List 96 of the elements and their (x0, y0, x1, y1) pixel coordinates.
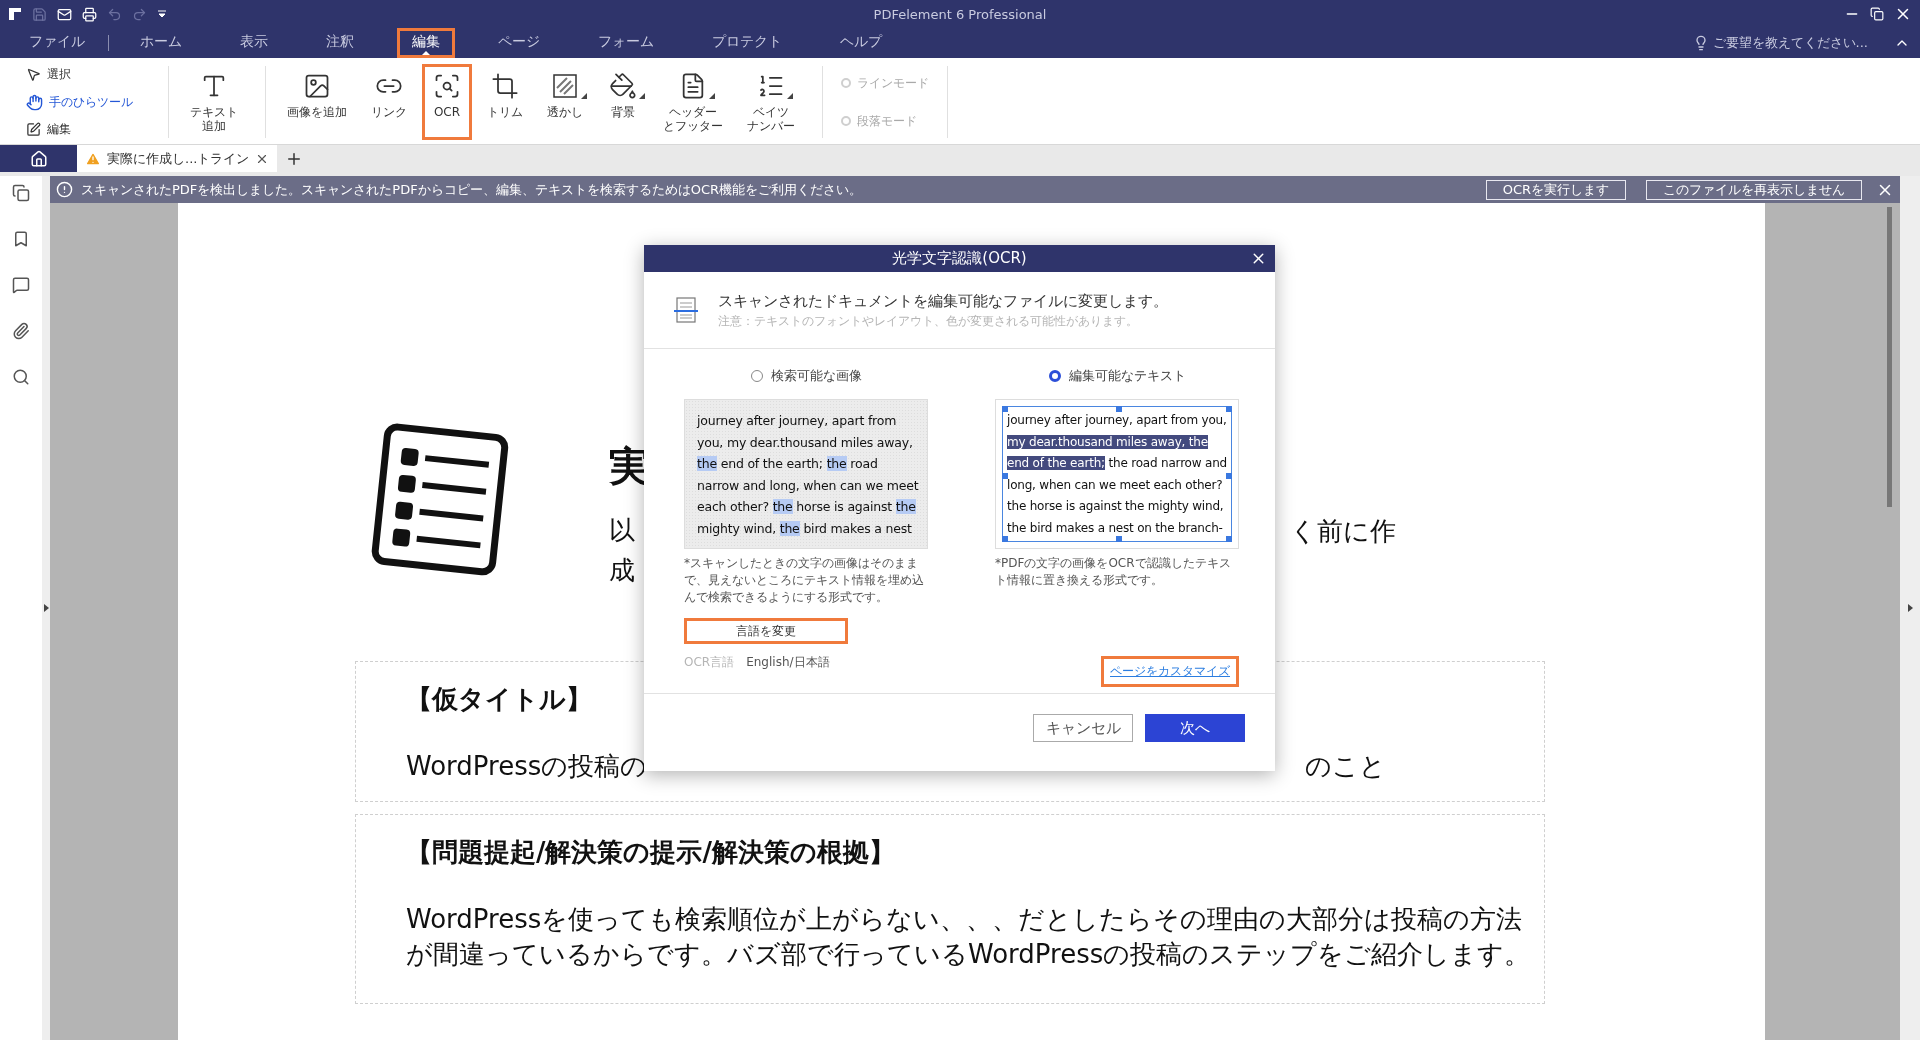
notice-button[interactable]: このファイルを再表示しません (1646, 179, 1862, 200)
picture-icon (303, 72, 331, 100)
hand-icon (26, 93, 43, 111)
tool-item[interactable]: 手のひらツール (26, 93, 156, 111)
section-text: WordPressを使っても検索順位が上がらない、、、だとしたらその理由の大部分は投稿の方法 (406, 903, 1523, 936)
preview-text: long, when can we meet each other? (1007, 476, 1224, 494)
menu-tab[interactable]: ヘルプ (825, 28, 897, 58)
section-text: のこと (1305, 750, 1386, 783)
expand-arrow-icon[interactable] (1907, 604, 1913, 612)
resize-handle[interactable] (1002, 536, 1008, 542)
app-logo-icon (8, 7, 22, 21)
language-value: English/日本語 (746, 654, 830, 671)
ribbon-button[interactable]: OCR (422, 64, 472, 140)
cursor-icon (26, 67, 41, 82)
ribbon-button[interactable]: トリム (478, 64, 532, 140)
ribbon-button[interactable]: テキスト 追加 (181, 64, 247, 140)
preview-text: the end of the earth; the road (697, 455, 879, 473)
preview-text: journey after journey, apart from you, (1007, 412, 1227, 429)
radio-label[interactable]: 編集可能なテキスト (1068, 367, 1186, 385)
notice-message: スキャンされたPDFを検出しました。スキャンされたPDFからコピー、編集、テキストを検索するためはOCR機能をご利用ください。 (81, 180, 862, 199)
dialog-title: 光学文字認識(OCR) (892, 249, 1027, 268)
resize-handle[interactable] (1002, 406, 1008, 412)
menu-tab[interactable]: ページ (483, 28, 555, 58)
preview-text: the horse is against the mighty wind, (1007, 498, 1225, 515)
ribbon-button[interactable]: ベイツ ナンバー (738, 64, 804, 140)
crop-icon (491, 72, 519, 100)
option-caption: *スキャンしたときの文字の画像はそのままで、見えないところにテキスト情報を埋め込んで検索できるようにする形式です。 (684, 555, 925, 606)
info-icon (56, 181, 73, 198)
menu-tab[interactable]: ホーム (125, 28, 197, 58)
language-label: OCR言語 (684, 654, 735, 671)
search-icon[interactable] (12, 368, 30, 386)
menu-tab[interactable]: 注釈 (311, 28, 369, 58)
restore-icon[interactable] (1870, 7, 1884, 21)
comment-icon[interactable] (12, 276, 30, 294)
section-text: が間違っているからです。バズ部で行っているWordPressの投稿のステップをご紹介します。 (406, 938, 1531, 971)
mail-icon[interactable] (57, 6, 72, 22)
resize-handle[interactable] (1226, 536, 1232, 542)
section-text: WordPressの投稿の (406, 750, 648, 783)
caret-icon[interactable] (157, 9, 167, 19)
resize-handle[interactable] (1116, 406, 1122, 412)
document-text: 成 (609, 554, 635, 587)
resize-handle[interactable] (1226, 406, 1232, 412)
ribbon-button[interactable]: リンク (362, 64, 416, 140)
section-title: 【問題提起/解決策の提示/解決策の根拠】 (406, 836, 896, 869)
document-text: く前に作 (1290, 515, 1396, 548)
preview-text: journey after journey, apart from (697, 412, 898, 430)
ribbon-button[interactable]: 画像を追加 (278, 64, 356, 140)
menu-tab[interactable]: 表示 (225, 28, 283, 58)
printer-icon[interactable] (82, 6, 97, 22)
ribbon-button[interactable]: ヘッダー とフッター (654, 64, 732, 140)
scan-document-icon (674, 297, 698, 323)
paperclip-icon[interactable] (12, 322, 30, 340)
resize-handle[interactable] (1116, 536, 1122, 542)
tool-item[interactable]: 編集 (26, 121, 156, 138)
customize-page-link[interactable]: ページをカスタマイズ (1101, 656, 1239, 687)
radio-label[interactable]: 検索可能な画像 (770, 367, 862, 385)
dialog-heading: スキャンされたドキュメントを編集可能なファイルに変更します。 (718, 291, 1168, 311)
preview-text: you, my dear.thousand miles away, (697, 433, 914, 452)
notice-button[interactable]: OCRを実行します (1485, 179, 1626, 200)
preview-text: the bird makes a nest on the branch- (1007, 519, 1224, 537)
home-button[interactable] (0, 145, 77, 172)
ribbon-button[interactable]: 透かし (538, 64, 592, 140)
document-text: 以 (609, 514, 635, 547)
change-language-button[interactable]: 言語を変更 (684, 618, 848, 644)
dialog-note: 注意：テキストのフォントやレイアウト、色が変更される可能性があります。 (718, 313, 1139, 329)
ribbon-button[interactable]: 背景 (598, 64, 648, 140)
home-icon (29, 149, 48, 168)
expand-arrow-icon[interactable] (43, 604, 49, 612)
menu-tab[interactable]: フォーム (583, 28, 669, 58)
preview-text: narrow and long, when can we meet (697, 476, 919, 495)
feedback-link[interactable]: ご要望を教えてください... (1712, 34, 1868, 52)
tool-item[interactable]: 選択 (26, 66, 156, 83)
resize-handle[interactable] (1002, 473, 1008, 479)
menu-tab[interactable]: ファイル (14, 28, 100, 58)
preview-text: my dear.thousand miles away, the (1007, 433, 1209, 451)
menu-tab[interactable]: 編集 (397, 28, 455, 58)
scrollbar-thumb[interactable] (1887, 207, 1892, 507)
pages-icon[interactable] (12, 184, 30, 202)
next-button[interactable]: 次へ (1145, 714, 1245, 742)
preview-text: each other? the horse is against the (697, 498, 917, 516)
tab-label: 実際に作成し...トライン (107, 149, 250, 168)
bucket-icon (609, 72, 637, 100)
cancel-button[interactable]: キャンセル (1033, 714, 1133, 742)
option-caption: *PDFの文字の画像をOCRで認識したテキスト情報に置き換える形式です。 (995, 555, 1232, 589)
preview-text: end of the earth; the road narrow and (1007, 455, 1227, 472)
section-title: 【仮タイトル】 (406, 683, 593, 716)
document-tab[interactable]: 実際に作成し...トライン (77, 145, 278, 172)
pen-square-icon (26, 122, 41, 137)
resize-handle[interactable] (1226, 473, 1232, 479)
menu-tab[interactable]: プロテクト (697, 28, 797, 58)
radio-button[interactable] (1048, 370, 1061, 382)
window-title: PDFelement 6 Professional (873, 6, 1047, 22)
preview-text: mighty wind, the bird makes a nest (697, 519, 913, 538)
scan-magnifier-icon (433, 72, 461, 100)
bookmark-icon[interactable] (12, 230, 30, 248)
hatched-square-icon (551, 72, 579, 100)
